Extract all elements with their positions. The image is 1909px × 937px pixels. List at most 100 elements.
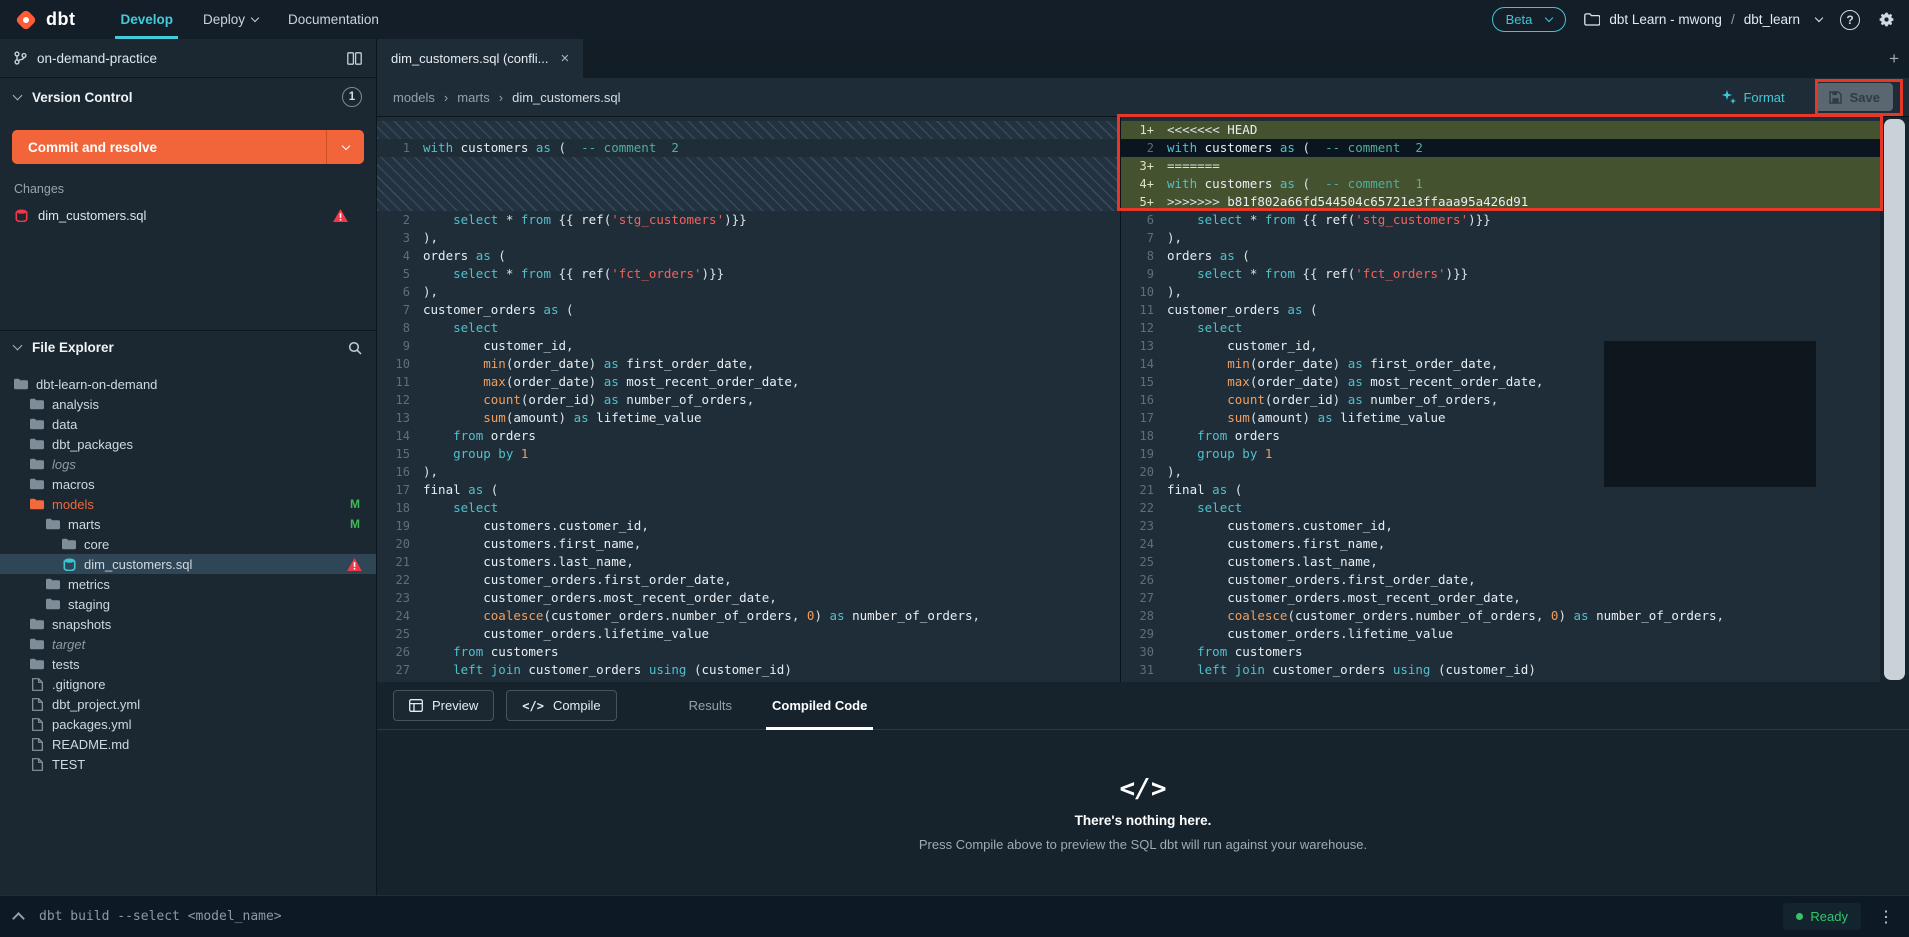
file-tree-item-logs[interactable]: logs — [0, 454, 376, 474]
code-line[interactable]: 6 select * from {{ ref('stg_customers')}… — [1121, 211, 1880, 229]
file-tree-item-metrics[interactable]: metrics — [0, 574, 376, 594]
file-tree-item-macros[interactable]: macros — [0, 474, 376, 494]
code-line[interactable]: 30 from customers — [1121, 643, 1880, 661]
code-line[interactable]: 18 select — [377, 499, 1120, 517]
file-tree-item-analysis[interactable]: analysis — [0, 394, 376, 414]
code-line[interactable]: 21 customers.last_name, — [377, 553, 1120, 571]
file-tree-item-snapshots[interactable]: snapshots — [0, 614, 376, 634]
file-tree-item--gitignore[interactable]: .gitignore — [0, 674, 376, 694]
help-button[interactable]: ? — [1840, 10, 1860, 30]
file-tree-item-target[interactable]: target — [0, 634, 376, 654]
scrollbar-thumb[interactable] — [1884, 119, 1905, 680]
file-tree-item-test[interactable]: TEST — [0, 754, 376, 774]
beta-toggle[interactable]: Beta — [1492, 7, 1567, 32]
code-line[interactable]: 5 select * from {{ ref('fct_orders')}} — [377, 265, 1120, 283]
code-line[interactable]: 22 select — [1121, 499, 1880, 517]
code-line[interactable]: 20), — [1121, 463, 1880, 481]
close-tab-icon[interactable]: × — [561, 50, 570, 67]
code-line[interactable]: 26 from customers — [377, 643, 1120, 661]
code-line[interactable]: 12 count(order_id) as number_of_orders, — [377, 391, 1120, 409]
code-line[interactable]: 23 customers.customer_id, — [1121, 517, 1880, 535]
file-tree-item-core[interactable]: core — [0, 534, 376, 554]
expand-panel-chevron-up-icon[interactable] — [12, 912, 25, 925]
code-line[interactable]: 11 max(order_date) as most_recent_order_… — [377, 373, 1120, 391]
changed-file-row[interactable]: dim_customers.sql — [0, 202, 376, 228]
file-tree-item-tests[interactable]: tests — [0, 654, 376, 674]
code-line[interactable]: 27 left join customer_orders using (cust… — [377, 661, 1120, 679]
current-branch-selector[interactable]: on-demand-practice — [0, 39, 376, 78]
code-line[interactable]: 19 customers.customer_id, — [377, 517, 1120, 535]
code-line[interactable]: 19 group by 1 — [1121, 445, 1880, 463]
file-tree-item-dbt-project-yml[interactable]: dbt_project.yml — [0, 694, 376, 714]
code-line[interactable]: 14 min(order_date) as first_order_date, — [1121, 355, 1880, 373]
tab-dim-customers-sql[interactable]: dim_customers.sql (confli... × — [377, 39, 583, 78]
nav-develop[interactable]: Develop — [105, 0, 188, 39]
code-line[interactable]: 8 select — [377, 319, 1120, 337]
tab-compiled-code[interactable]: Compiled Code — [752, 682, 887, 729]
split-view-icon[interactable] — [347, 52, 362, 65]
commit-and-resolve-button[interactable]: Commit and resolve — [12, 130, 326, 164]
code-line[interactable]: 12 select — [1121, 319, 1880, 337]
code-line[interactable]: 11customer_orders as ( — [1121, 301, 1880, 319]
kebab-menu-icon[interactable]: ⋮ — [1877, 907, 1895, 927]
code-line[interactable]: 26 customer_orders.first_order_date, — [1121, 571, 1880, 589]
code-line[interactable]: 1+<<<<<<< HEAD — [1121, 121, 1880, 139]
tab-results[interactable]: Results — [669, 682, 752, 729]
code-line[interactable]: 4orders as ( — [377, 247, 1120, 265]
code-line[interactable]: 10 min(order_date) as first_order_date, — [377, 355, 1120, 373]
dbt-command-input[interactable] — [39, 909, 1767, 924]
code-line[interactable]: 25 customer_orders.lifetime_value — [377, 625, 1120, 643]
code-line[interactable]: 1with customers as ( -- comment 2 — [377, 139, 1120, 157]
code-line[interactable]: 15 group by 1 — [377, 445, 1120, 463]
code-line[interactable]: 24 coalesce(customer_orders.number_of_or… — [377, 607, 1120, 625]
code-line[interactable]: 6), — [377, 283, 1120, 301]
code-line[interactable]: 31 left join customer_orders using (cust… — [1121, 661, 1880, 679]
account-project-switcher[interactable]: dbt Learn - mwong / dbt_learn — [1584, 12, 1822, 27]
code-line[interactable]: 27 customer_orders.most_recent_order_dat… — [1121, 589, 1880, 607]
version-control-section-header[interactable]: Version Control 1 — [0, 78, 376, 116]
code-line[interactable]: 16 count(order_id) as number_of_orders, — [1121, 391, 1880, 409]
file-tree-item-staging[interactable]: staging — [0, 594, 376, 614]
new-tab-button[interactable]: + — [1889, 39, 1899, 78]
code-line[interactable]: 18 from orders — [1121, 427, 1880, 445]
commit-options-dropdown[interactable] — [326, 130, 364, 164]
file-explorer-section-header[interactable]: File Explorer — [0, 330, 376, 364]
nav-deploy[interactable]: Deploy — [188, 0, 273, 39]
preview-button[interactable]: Preview — [393, 690, 494, 721]
nav-documentation[interactable]: Documentation — [273, 0, 394, 39]
code-line[interactable]: 14 from orders — [377, 427, 1120, 445]
file-tree-item-data[interactable]: data — [0, 414, 376, 434]
file-search-button[interactable] — [348, 341, 362, 355]
code-line[interactable]: 32) — [1121, 679, 1880, 682]
code-line[interactable]: 10), — [1121, 283, 1880, 301]
file-tree-item-packages-yml[interactable]: packages.yml — [0, 714, 376, 734]
format-button[interactable]: Format — [1722, 90, 1784, 105]
code-line[interactable]: 17final as ( — [377, 481, 1120, 499]
code-line[interactable]: 9 select * from {{ ref('fct_orders')}} — [1121, 265, 1880, 283]
code-line[interactable]: 2 select * from {{ ref('stg_customers')}… — [377, 211, 1120, 229]
file-tree-item-dbt-packages[interactable]: dbt_packages — [0, 434, 376, 454]
file-tree-item-models[interactable]: modelsM — [0, 494, 376, 514]
code-line[interactable]: 2with customers as ( -- comment 2 — [1121, 139, 1880, 157]
file-tree-item-dim-customers-sql[interactable]: dim_customers.sql — [0, 554, 376, 574]
code-line[interactable]: 13 customer_id, — [1121, 337, 1880, 355]
code-line[interactable]: 28 coalesce(customer_orders.number_of_or… — [1121, 607, 1880, 625]
code-line[interactable]: 15 max(order_date) as most_recent_order_… — [1121, 373, 1880, 391]
compile-button[interactable]: </> Compile — [506, 690, 616, 721]
code-line[interactable]: 7), — [1121, 229, 1880, 247]
code-line[interactable]: 9 customer_id, — [377, 337, 1120, 355]
file-tree-item-readme-md[interactable]: README.md — [0, 734, 376, 754]
dbt-logo[interactable]: dbt — [14, 8, 75, 32]
code-line[interactable]: 20 customers.first_name, — [377, 535, 1120, 553]
file-tree-item-marts[interactable]: martsM — [0, 514, 376, 534]
code-line[interactable]: 23 customer_orders.most_recent_order_dat… — [377, 589, 1120, 607]
code-line[interactable]: 13 sum(amount) as lifetime_value — [377, 409, 1120, 427]
code-line[interactable]: 17 sum(amount) as lifetime_value — [1121, 409, 1880, 427]
code-line[interactable]: 3), — [377, 229, 1120, 247]
code-line[interactable]: 5+>>>>>>> b81f802a66fd544504c65721e3ffaa… — [1121, 193, 1880, 211]
file-tree-item-dbt-learn-on-demand[interactable]: dbt-learn-on-demand — [0, 374, 376, 394]
code-line[interactable]: 3+======= — [1121, 157, 1880, 175]
code-line[interactable]: 8orders as ( — [1121, 247, 1880, 265]
code-line[interactable]: 25 customers.last_name, — [1121, 553, 1880, 571]
code-line[interactable]: 16), — [377, 463, 1120, 481]
